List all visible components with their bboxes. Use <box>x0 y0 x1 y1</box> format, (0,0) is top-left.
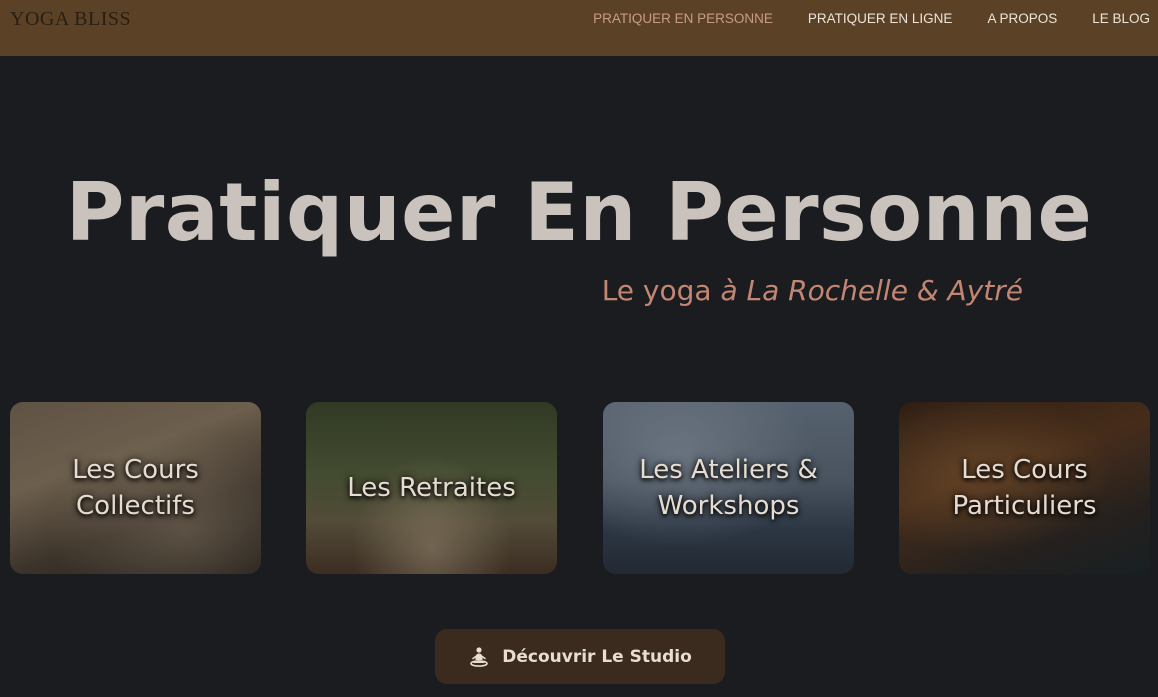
page-subtitle: Le yoga à La Rochelle & Aytré <box>602 274 1023 307</box>
card-retraites[interactable]: Les Retraites <box>306 402 557 574</box>
nav-item-a-propos[interactable]: A PROPOS <box>987 11 1057 26</box>
site-header: YOGA BLISS PRATIQUER EN PERSONNE PRATIQU… <box>0 0 1158 56</box>
discover-studio-button[interactable]: Découvrir Le Studio <box>435 629 725 684</box>
nav-item-le-blog[interactable]: LE BLOG <box>1092 11 1150 26</box>
card-label: Les Retraites <box>347 473 516 503</box>
card-cours-particuliers[interactable]: Les Cours Particuliers <box>899 402 1150 574</box>
subtitle-plain: Le yoga <box>601 274 721 307</box>
card-ateliers-workshops[interactable]: Les Ateliers & Workshops <box>603 402 854 574</box>
nav-item-pratiquer-en-ligne[interactable]: PRATIQUER EN LIGNE <box>808 11 953 26</box>
nav-item-pratiquer-en-personne[interactable]: PRATIQUER EN PERSONNE <box>593 11 773 26</box>
site-logo[interactable]: YOGA BLISS <box>10 8 131 31</box>
page-title: Pratiquer En Personne <box>65 166 1093 259</box>
card-label: Les Ateliers & Workshops <box>639 455 818 521</box>
main-nav: PRATIQUER EN PERSONNE PRATIQUER EN LIGNE… <box>558 11 1150 26</box>
offer-cards: Les Cours Collectifs Les Retraites Les A… <box>10 402 1150 574</box>
subtitle-italic: à La Rochelle & Aytré <box>720 274 1023 307</box>
card-label: Les Cours Particuliers <box>952 455 1097 521</box>
discover-studio-label: Découvrir Le Studio <box>502 646 692 667</box>
card-cours-collectifs[interactable]: Les Cours Collectifs <box>10 402 261 574</box>
card-label: Les Cours Collectifs <box>72 455 199 521</box>
meditation-icon <box>470 646 489 667</box>
